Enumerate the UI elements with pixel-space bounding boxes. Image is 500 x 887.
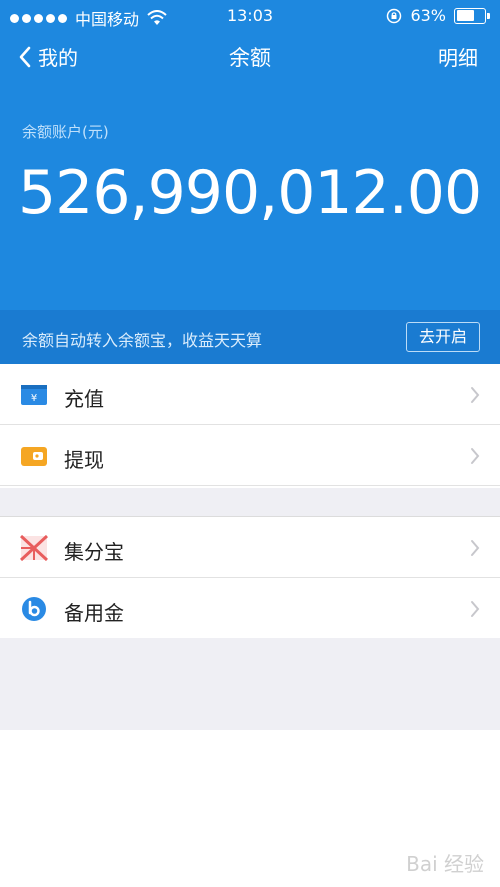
balance-label: 余额账户(元) <box>22 123 109 141</box>
chevron-left-icon <box>19 46 31 67</box>
recharge-icon: ¥ <box>21 385 47 405</box>
status-right: 63% <box>386 6 490 25</box>
navigation-bar: 我的 余额 明细 <box>0 30 500 82</box>
menu-item-jifenbao[interactable]: 集分宝 <box>0 517 500 578</box>
chevron-right-icon <box>471 540 480 556</box>
auto-transfer-promo: 余额自动转入余额宝，收益天天算 去开启 <box>0 310 500 364</box>
chevron-right-icon <box>471 601 480 617</box>
chevron-right-icon <box>471 387 480 403</box>
menu-item-label: 备用金 <box>64 601 124 625</box>
jifenbao-icon <box>20 535 48 561</box>
battery-percent: 63% <box>410 6 446 25</box>
menu-item-withdraw[interactable]: 提现 <box>0 425 500 486</box>
menu-item-recharge[interactable]: ¥ 充值 <box>0 364 500 425</box>
rotation-lock-icon <box>387 8 402 23</box>
balance-amount: 526,990,012.00 <box>18 158 482 228</box>
section-divider <box>0 488 500 516</box>
menu-group-funds: ¥ 充值 提现 <box>0 364 500 486</box>
detail-button[interactable]: 明细 <box>438 42 478 71</box>
empty-area <box>0 638 500 730</box>
promo-text: 余额自动转入余额宝，收益天天算 <box>22 331 263 350</box>
back-button[interactable]: 我的 <box>18 42 78 71</box>
svg-text:¥: ¥ <box>31 393 37 404</box>
chevron-right-icon <box>471 448 480 464</box>
menu-item-label: 充值 <box>64 387 104 411</box>
menu-item-label: 提现 <box>64 448 104 472</box>
menu-item-label: 集分宝 <box>64 540 124 564</box>
balance-panel: 余额账户(元) 526,990,012.00 <box>0 82 500 310</box>
status-bar: 中国移动 13:03 63% <box>0 0 500 30</box>
menu-group-extras: 集分宝 备用金 <box>0 516 500 639</box>
battery-icon <box>454 7 490 24</box>
menu-item-beiyongjin[interactable]: 备用金 <box>0 578 500 639</box>
watermark: Bai 经验 <box>406 852 484 876</box>
beiyongjin-icon <box>22 597 46 621</box>
enable-auto-transfer-button[interactable]: 去开启 <box>406 322 480 352</box>
withdraw-icon <box>21 447 47 466</box>
bottom-blank: Bai 经验 <box>0 730 500 887</box>
back-label: 我的 <box>38 46 78 70</box>
